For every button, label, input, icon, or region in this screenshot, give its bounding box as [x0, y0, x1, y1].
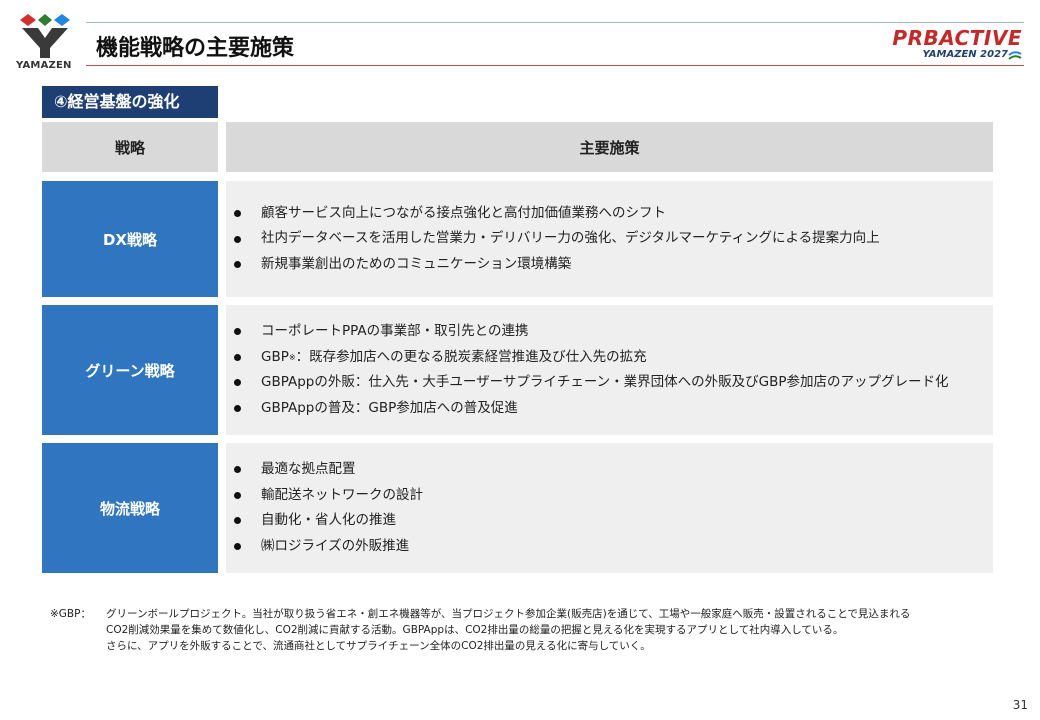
strategy-green: グリーン戦略 [42, 305, 218, 435]
bullet-icon [234, 261, 241, 268]
logo-text: YAMAZEN [16, 60, 72, 71]
bullet-icon [234, 353, 241, 361]
item-text: ：既存参加店への更なる脱炭素経営推進及び仕入先の拡充 [295, 348, 647, 365]
header-top-rule [86, 22, 1024, 23]
list-item: ㈱ロジライズの外販推進 [234, 534, 993, 560]
measures-green: コーポレートPPAの事業部・取引先との連携 GBP ※ ：既存参加店への更なる脱炭素… [226, 305, 993, 435]
list-item: 社内データベースを活用した営業力・デリバリー力の強化、デジタルマーケティングによ… [234, 226, 993, 252]
item-text: 自動化・省人化の推進 [261, 512, 396, 528]
gbp-note-mark: ※ [288, 352, 296, 362]
item-text: GBPAppの外販：仕入先・大手ユーザーサプライチェーン・業界団体への外販及びG… [261, 374, 949, 390]
footnote-line-3: さらに、アプリを外販することで、流通商社としてサプライチェーン全体のCO2排出量… [106, 640, 651, 652]
bullet-icon [234, 517, 241, 525]
item-text: 新規事業創出のためのコミュニケーション環境構築 [261, 255, 572, 272]
footnote: ※GBP： グリーンボールプロジェクト。当社が取り扱う省エネ・創エネ機器等が、当プ… [50, 606, 910, 654]
list-item: 新規事業創出のためのコミュニケーション環境構築 [234, 252, 993, 278]
footnote-line-2: CO2削減効果量を集めて数値化し、CO2削減に貢献する活動。GBPAppは、CO… [106, 624, 844, 636]
measures-logistics: 最適な拠点配置 輸配送ネットワークの設計 自動化・省人化の推進 ㈱ロジライズの外… [226, 443, 993, 573]
list-item: GBPAppの外販：仕入先・大手ユーザーサプライチェーン・業界団体への外販及びG… [234, 370, 993, 396]
item-text: 輸配送ネットワークの設計 [261, 486, 423, 503]
strategy-dx: DX戦略 [42, 181, 218, 297]
bullet-icon [234, 542, 241, 550]
item-text: 社内データベースを活用した営業力・デリバリー力の強化、デジタルマーケティングによ… [261, 230, 880, 247]
item-text: 最適な拠点配置 [261, 461, 356, 477]
footnote-line-1: グリーンボールプロジェクト。当社が取り扱う省エネ・創エネ機器等が、当プロジェクト… [106, 608, 911, 620]
list-item: 顧客サービス向上につながる接点強化と高付加価値業務へのシフト [234, 201, 993, 227]
item-text: 顧客サービス向上につながる接点強化と高付加価値業務へのシフト [261, 204, 666, 221]
bullet-icon [234, 328, 241, 336]
bullet-icon [234, 466, 241, 474]
measures-dx: 顧客サービス向上につながる接点強化と高付加価値業務へのシフト 社内データベースを… [226, 181, 993, 297]
bullet-icon [234, 491, 241, 499]
proactive-brand-logo: PRBACTIVE YAMAZEN 2027 [882, 26, 1022, 66]
column-header-strategy: 戦略 [42, 122, 218, 172]
wave-icon [1008, 51, 1022, 60]
bullet-icon [234, 404, 241, 412]
page-title: 機能戦略の主要施策 [96, 36, 295, 61]
strategy-logistics: 物流戦略 [42, 443, 218, 573]
footnote-label: ※GBP： [50, 608, 91, 620]
section-tag: ④経営基盤の強化 [42, 86, 218, 118]
page-number: 31 [1012, 698, 1028, 712]
list-item: GBPAppの普及：GBP参加店への普及促進 [234, 396, 993, 422]
list-item: GBP ※ ：既存参加店への更なる脱炭素経営推進及び仕入先の拡充 [234, 345, 993, 371]
item-text: コーポレートPPAの事業部・取引先との連携 [261, 323, 529, 339]
gbp-prefix: GBP [261, 348, 289, 365]
bullet-icon [234, 210, 241, 217]
brand-sub-text: YAMAZEN 2027 [922, 49, 1008, 60]
list-item: 輸配送ネットワークの設計 [234, 483, 993, 509]
list-item: コーポレートPPAの事業部・取引先との連携 [234, 319, 993, 345]
bullet-icon [234, 235, 241, 243]
list-item: 自動化・省人化の推進 [234, 508, 993, 534]
list-item: 最適な拠点配置 [234, 457, 993, 483]
column-header-measures: 主要施策 [226, 122, 993, 172]
brand-main-text: PRBACTIVE [892, 26, 1022, 50]
item-text: ㈱ロジライズの外販推進 [261, 537, 410, 554]
bullet-icon [234, 379, 241, 387]
item-text: GBPAppの普及：GBP参加店への普及促進 [261, 399, 518, 416]
